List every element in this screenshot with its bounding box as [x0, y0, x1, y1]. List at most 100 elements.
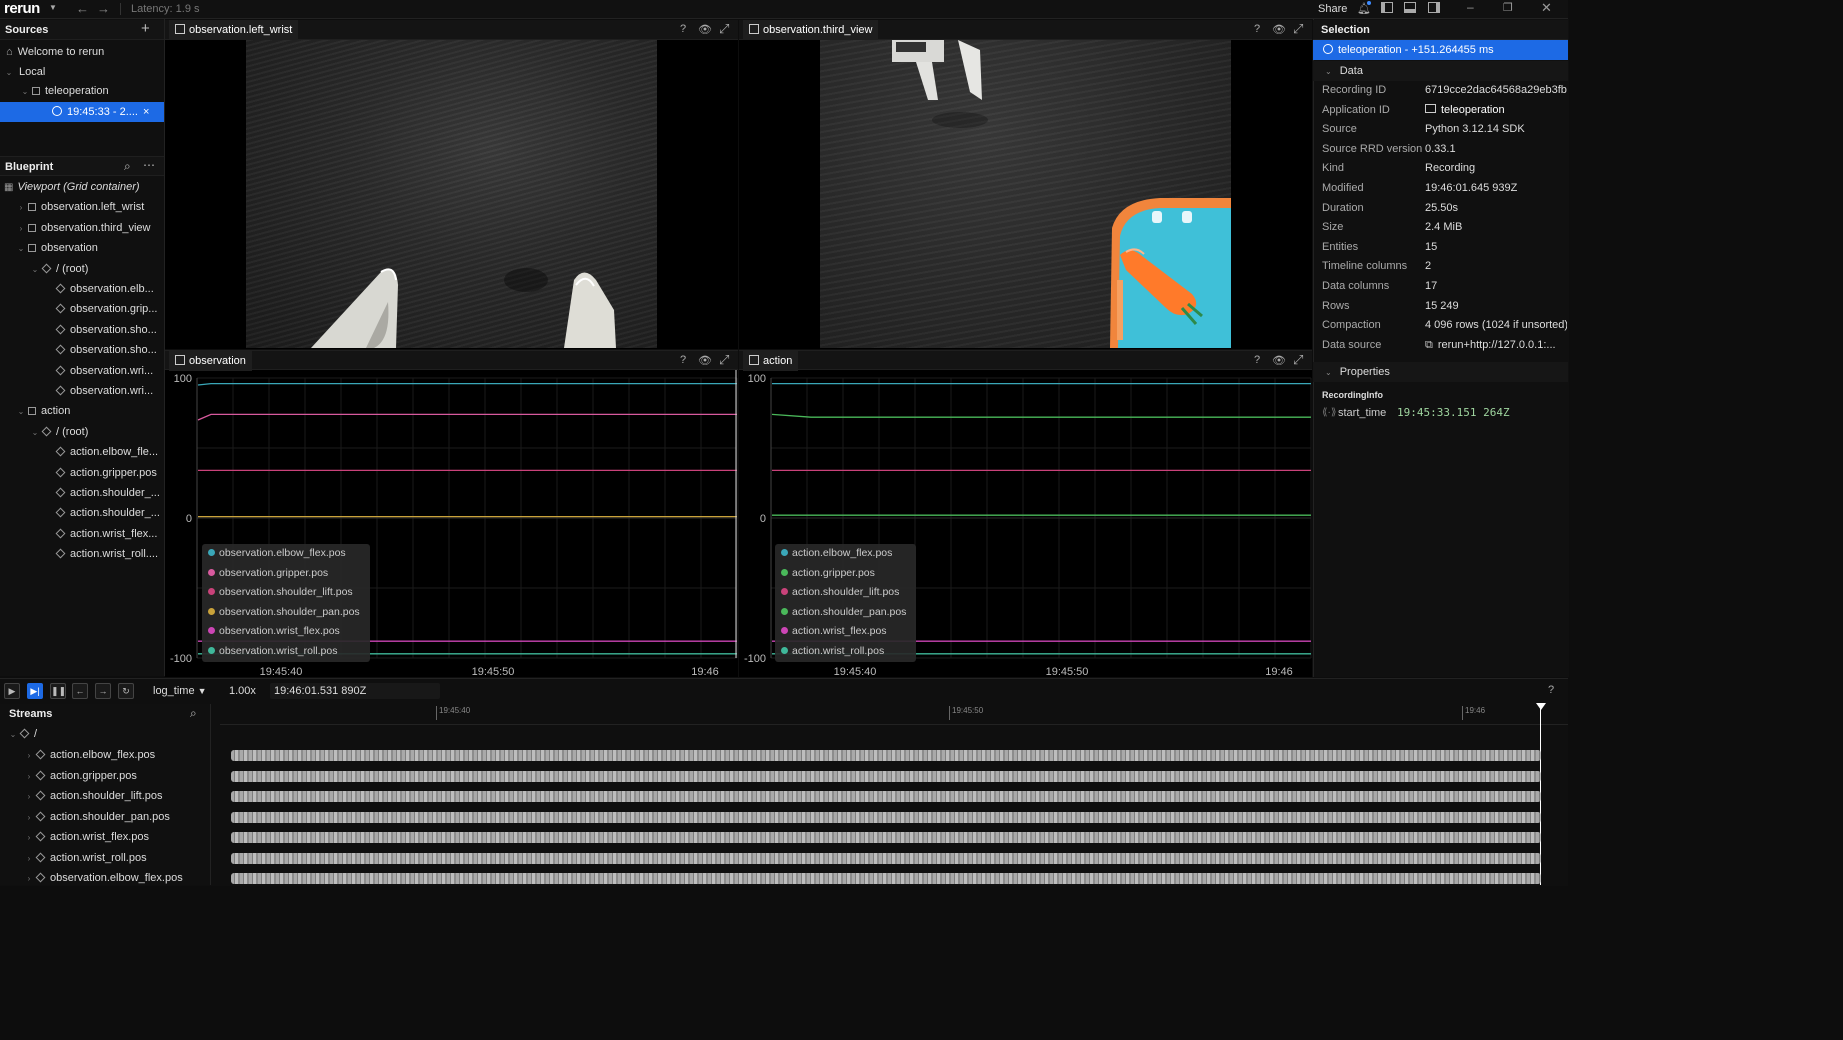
follow-button[interactable]: ▶| — [27, 683, 43, 699]
expand-icon[interactable]: ⤢ — [1293, 352, 1303, 368]
stream-data-density[interactable] — [231, 770, 1541, 782]
blueprint-item[interactable]: › observation.left_wrist — [0, 197, 180, 217]
chevron-right-icon[interactable]: › — [24, 746, 34, 766]
third-view-camera-image[interactable] — [820, 40, 1231, 348]
current-time-input[interactable]: 19:46:01.531 890Z — [270, 683, 440, 699]
chevron-right-icon[interactable]: › — [24, 828, 34, 848]
stream-row[interactable]: › action.elbow_flex.pos — [0, 745, 156, 766]
chevron-down-icon[interactable]: ⌄ — [30, 260, 40, 280]
search-icon[interactable]: ⌕ — [124, 159, 131, 174]
add-source-icon[interactable]: + — [141, 20, 150, 37]
expand-icon[interactable]: ⤢ — [719, 21, 729, 37]
stream-row[interactable]: › action.shoulder_lift.pos — [0, 786, 163, 806]
sources-item-teleoperation[interactable]: ⌄ teleoperation — [0, 81, 184, 101]
series-line[interactable] — [197, 382, 737, 386]
chevron-down-icon[interactable]: ⌄ — [16, 239, 26, 259]
chevron-right-icon[interactable]: › — [24, 787, 34, 807]
timeline-selector[interactable]: log_time ▼ — [153, 685, 207, 697]
eye-icon[interactable]: 👁 — [1272, 23, 1286, 36]
step-back-button[interactable]: ← — [72, 683, 88, 699]
legend-item[interactable]: observation.wrist_roll.pos — [202, 642, 370, 662]
forward-arrow-icon[interactable]: → — [97, 1, 110, 16]
stream-data-density[interactable] — [231, 852, 1541, 864]
legend-item[interactable]: action.wrist_flex.pos — [775, 622, 916, 642]
chevron-down-icon[interactable]: ⌄ — [30, 423, 40, 443]
series-line[interactable] — [197, 413, 737, 421]
back-arrow-icon[interactable]: ← — [76, 1, 89, 16]
tab-left-wrist[interactable]: observation.left_wrist — [169, 20, 299, 40]
expand-icon[interactable]: ⤢ — [719, 352, 729, 368]
stream-data-density[interactable] — [231, 750, 1541, 761]
restore-icon[interactable]: ❐ — [1503, 1, 1513, 14]
chevron-right-icon[interactable]: › — [16, 198, 26, 218]
series-line[interactable] — [771, 413, 1311, 418]
chevron-down-icon[interactable]: ⌄ — [20, 82, 30, 102]
stream-data-density[interactable] — [231, 832, 1541, 843]
legend-item[interactable]: action.gripper.pos — [775, 564, 916, 584]
toggle-bottom-panel-icon[interactable] — [1404, 2, 1416, 13]
search-icon[interactable]: ⌕ — [190, 706, 197, 721]
step-forward-button[interactable]: → — [95, 683, 111, 699]
help-icon[interactable]: ? — [1254, 354, 1260, 366]
loop-button[interactable]: ↻ — [118, 683, 134, 699]
legend-item[interactable]: action.shoulder_pan.pos — [775, 603, 916, 623]
help-icon[interactable]: ? — [680, 354, 686, 366]
legend-item[interactable]: observation.elbow_flex.pos — [202, 544, 370, 564]
tab-third-view[interactable]: observation.third_view — [743, 20, 879, 40]
sources-item-recording[interactable]: 19:45:33 - 2.... × — [0, 102, 164, 122]
help-icon[interactable]: ? — [1548, 684, 1554, 696]
share-button[interactable]: Share — [1318, 3, 1347, 15]
legend-item[interactable]: observation.shoulder_lift.pos — [202, 583, 370, 603]
stream-data-density[interactable] — [231, 811, 1541, 823]
selected-item[interactable]: teleoperation - +151.264455 ms — [1313, 40, 1568, 60]
chevron-right-icon[interactable]: › — [16, 219, 26, 239]
stream-row[interactable]: › action.wrist_flex.pos — [0, 827, 149, 847]
help-icon[interactable]: ? — [1254, 23, 1260, 35]
minimize-icon[interactable]: – — [1467, 0, 1474, 14]
eye-icon[interactable]: 👁 — [698, 23, 712, 36]
toggle-right-panel-icon[interactable] — [1428, 2, 1440, 13]
chevron-right-icon[interactable]: › — [24, 767, 34, 787]
eye-icon[interactable]: 👁 — [1272, 354, 1286, 367]
help-icon[interactable]: ? — [680, 23, 686, 35]
time-ruler[interactable] — [220, 704, 1568, 725]
toggle-left-panel-icon[interactable] — [1381, 2, 1393, 13]
rerun-logo[interactable]: rerun — [4, 0, 40, 17]
legend-item[interactable]: action.shoulder_lift.pos — [775, 583, 916, 603]
chevron-down-icon[interactable]: ⌄ — [16, 402, 26, 422]
pause-button[interactable]: ❚❚ — [50, 683, 66, 699]
data-section-header[interactable]: ⌄ Data — [1313, 61, 1568, 81]
stream-row[interactable]: › observation.elbow_flex.pos — [0, 868, 183, 888]
blueprint-item[interactable]: › observation.third_view — [0, 218, 180, 238]
tab-action[interactable]: action — [743, 351, 799, 371]
stream-data-density[interactable] — [231, 873, 1541, 884]
time-cursor-handle-icon[interactable] — [1536, 703, 1546, 710]
legend-item[interactable]: observation.wrist_flex.pos — [202, 622, 370, 642]
stream-root[interactable]: ⌄ / — [0, 724, 37, 744]
chevron-down-icon[interactable]: ⌄ — [1325, 368, 1332, 377]
chevron-down-icon[interactable]: ⌄ — [1325, 67, 1332, 76]
more-options-icon[interactable]: ⋯ — [143, 158, 155, 172]
chevron-right-icon[interactable]: › — [24, 849, 34, 869]
expand-icon[interactable]: ⤢ — [1293, 21, 1303, 37]
properties-section-header[interactable]: ⌄ Properties — [1313, 362, 1568, 382]
close-window-icon[interactable]: ✕ — [1541, 0, 1552, 16]
tab-observation[interactable]: observation — [169, 351, 252, 371]
play-button[interactable]: ▶ — [4, 683, 20, 699]
legend-item[interactable]: observation.gripper.pos — [202, 564, 370, 584]
sources-item-local[interactable]: ⌄ Local — [0, 62, 168, 82]
chevron-right-icon[interactable]: › — [24, 869, 34, 889]
blueprint-item[interactable]: ▦ Viewport (Grid container) — [0, 177, 166, 197]
legend-item[interactable]: action.wrist_roll.pos — [775, 642, 916, 662]
left-wrist-camera-image[interactable] — [246, 40, 657, 348]
playback-speed[interactable]: 1.00x — [229, 685, 256, 697]
legend-item[interactable]: action.elbow_flex.pos — [775, 544, 916, 564]
selection-value[interactable]: teleoperation — [1425, 103, 1567, 116]
selection-value[interactable]: ⧉ rerun+http://127.0.0.1:... — [1425, 339, 1567, 352]
stream-row[interactable]: › action.wrist_roll.pos — [0, 848, 147, 868]
blueprint-item[interactable]: ⌄ observation — [0, 238, 180, 258]
eye-icon[interactable]: 👁 — [698, 354, 712, 367]
legend-item[interactable]: observation.shoulder_pan.pos — [202, 603, 370, 623]
stream-row[interactable]: › action.gripper.pos — [0, 766, 137, 786]
chevron-down-icon[interactable]: ▼ — [49, 3, 57, 12]
